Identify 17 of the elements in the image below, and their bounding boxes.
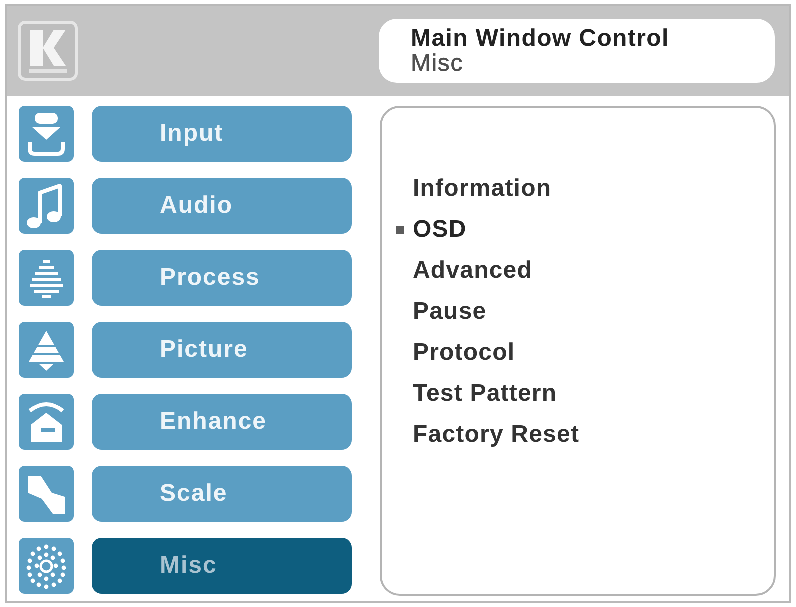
music-note-icon — [19, 178, 74, 234]
menu-item[interactable]: Factory Reset — [413, 420, 580, 448]
logo-icon — [18, 21, 78, 81]
menu-item[interactable]: Advanced — [413, 256, 533, 284]
arch-house-icon — [19, 394, 74, 450]
menu-item[interactable]: Test Pattern — [413, 380, 558, 408]
diagonal-bar-icon — [19, 466, 74, 522]
sidebar-button[interactable]: Misc — [92, 538, 352, 594]
menu-item[interactable]: OSD — [413, 216, 467, 244]
window-subtitle: Misc — [411, 51, 465, 76]
striped-cone-icon — [19, 250, 74, 306]
pyramid-icon — [19, 322, 74, 378]
menu-item[interactable]: Information — [413, 174, 552, 202]
menu-item[interactable]: Pause — [413, 298, 487, 326]
window-title: Main Window Control — [411, 26, 670, 51]
menu-item[interactable]: Protocol — [413, 338, 516, 366]
tray-download-icon — [19, 106, 74, 162]
